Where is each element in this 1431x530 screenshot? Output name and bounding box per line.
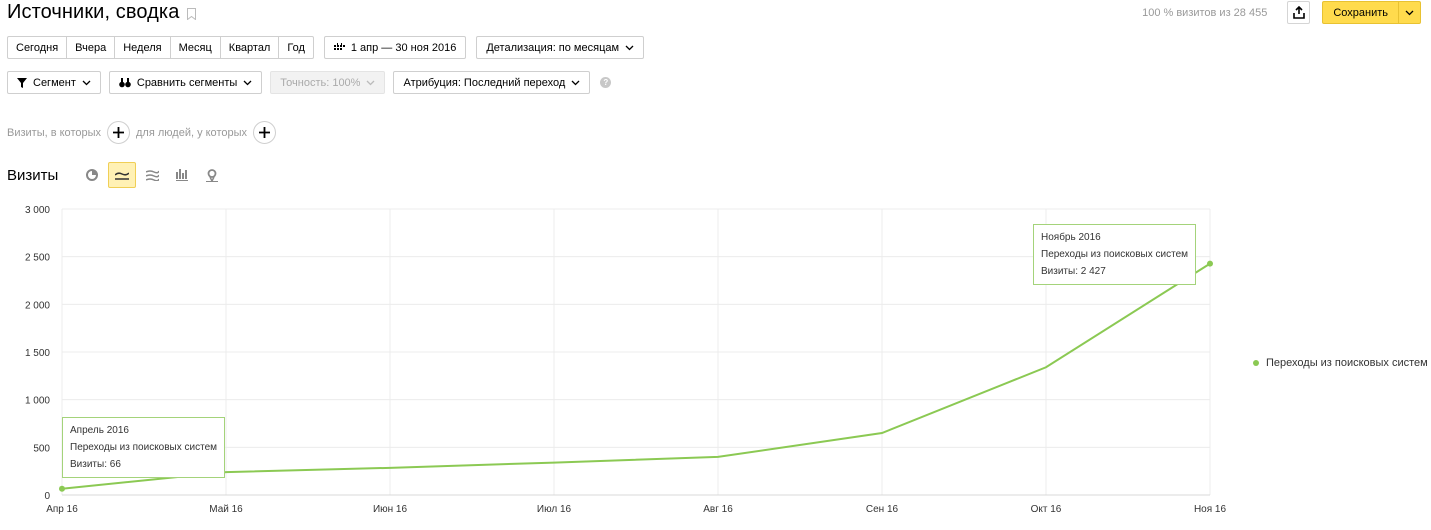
- y-tick-label: 1 500: [25, 348, 50, 359]
- segment-dropdown[interactable]: Сегмент: [7, 71, 101, 94]
- legend-dot: [1253, 360, 1259, 366]
- period-toolbar: Сегодня Вчера Неделя Месяц Квартал Год 1…: [7, 36, 645, 59]
- bookmark-icon[interactable]: [187, 8, 197, 20]
- page-title: Источники, сводка: [7, 1, 197, 24]
- chart-tooltip-april: Апрель 2016 Переходы из поисковых систем…: [62, 416, 226, 478]
- save-options-button[interactable]: [1398, 1, 1421, 24]
- date-range-button[interactable]: 1 апр — 30 ноя 2016: [323, 36, 467, 59]
- period-month[interactable]: Месяц: [171, 37, 221, 58]
- x-tick-label: Апр 16: [46, 504, 78, 515]
- area-chart-icon: [145, 169, 159, 181]
- tooltip-title: Апрель 2016: [70, 424, 129, 436]
- series-line[interactable]: [61, 262, 1211, 490]
- y-tick-label: 2 000: [25, 300, 50, 311]
- accuracy-dropdown: Точность: 100%: [270, 71, 386, 94]
- period-year[interactable]: Год: [279, 37, 313, 58]
- filter-toolbar: Сегмент Сравнить сегменты Точность: 100%…: [7, 71, 612, 94]
- detail-dropdown[interactable]: Детализация: по месяцам: [476, 36, 645, 59]
- y-tick-label: 500: [33, 443, 50, 454]
- compare-segments-dropdown[interactable]: Сравнить сегменты: [108, 71, 263, 94]
- x-tick-label: Ноя 16: [1194, 504, 1227, 515]
- tooltip-title: Ноябрь 2016: [1041, 231, 1101, 243]
- accuracy-label: Точность: 100%: [280, 76, 361, 89]
- y-tick-label: 2 500: [25, 253, 50, 264]
- detail-label: Детализация: по месяцам: [486, 41, 620, 54]
- data-point[interactable]: [1207, 260, 1213, 267]
- x-tick-label: Июн 16: [373, 504, 408, 515]
- chevron-down-icon: [571, 80, 580, 85]
- save-group: Сохранить: [1322, 1, 1421, 24]
- conditions-row: Визиты, в которых для людей, у которых: [7, 121, 282, 144]
- date-range-label: 1 апр — 30 ноя 2016: [350, 41, 457, 54]
- plus-icon: [259, 127, 270, 138]
- chevron-down-icon: [82, 80, 91, 85]
- funnel-icon: [17, 77, 27, 88]
- y-tick-label: 3 000: [25, 205, 50, 216]
- chart-header: Визиты: [7, 162, 228, 188]
- people-where-label: для людей, у которых: [136, 126, 247, 139]
- chart-legend[interactable]: Переходы из поисковых систем: [1253, 357, 1428, 369]
- chart-type-area[interactable]: [138, 162, 166, 188]
- data-point[interactable]: [59, 485, 65, 492]
- header-actions: 100 % визитов из 28 455 Сохранить: [1142, 1, 1421, 24]
- period-presets: Сегодня Вчера Неделя Месяц Квартал Год: [7, 36, 314, 59]
- x-tick-label: Июл 16: [537, 504, 572, 515]
- y-tick-label: 0: [44, 491, 50, 502]
- visits-chart: 0 500 1 000 1 500 2 000 2 500 3 000 Апр 16 Май 1…: [0, 195, 1431, 530]
- share-icon: [1293, 6, 1305, 19]
- compare-segments-icon: [119, 77, 131, 87]
- page-title-text: Источники, сводка: [7, 1, 180, 23]
- y-tick-label: 1 000: [25, 396, 50, 407]
- tooltip-series: Переходы из поисковых систем: [1041, 248, 1189, 260]
- period-quarter[interactable]: Квартал: [221, 37, 280, 58]
- chevron-down-icon: [1405, 10, 1414, 15]
- attribution-label: Атрибуция: Последний переход: [403, 76, 566, 89]
- tooltip-series: Переходы из поисковых систем: [70, 441, 218, 453]
- chart-title: Визиты: [7, 166, 59, 184]
- line-chart-icon: [115, 172, 130, 180]
- tooltip-value: Визиты: 2 427: [1041, 265, 1106, 277]
- plus-icon: [113, 127, 124, 138]
- tooltip-value: Визиты: 66: [70, 458, 121, 470]
- x-tick-label: Сен 16: [866, 504, 899, 515]
- chart-type-line[interactable]: [108, 162, 137, 188]
- pie-chart-icon: [86, 169, 99, 181]
- calendar-icon: [333, 43, 345, 50]
- compare-segments-label: Сравнить сегменты: [136, 76, 238, 89]
- period-week[interactable]: Неделя: [115, 37, 171, 58]
- visits-where-label: Визиты, в которых: [7, 126, 101, 139]
- period-today[interactable]: Сегодня: [8, 37, 68, 58]
- map-pin-icon: [206, 168, 219, 182]
- chart-type-pie[interactable]: [78, 162, 106, 188]
- line-chart: 0 500 1 000 1 500 2 000 2 500 3 000 Апр 16 Май 1…: [25, 205, 1227, 515]
- add-people-condition-button[interactable]: [253, 121, 276, 144]
- segment-label: Сегмент: [33, 76, 76, 89]
- save-button[interactable]: Сохранить: [1322, 1, 1398, 24]
- legend-label: Переходы из поисковых систем: [1266, 357, 1428, 369]
- x-tick-label: Май 16: [209, 504, 243, 515]
- chart-type-bar[interactable]: [168, 162, 196, 188]
- period-yesterday[interactable]: Вчера: [67, 37, 116, 58]
- add-visit-condition-button[interactable]: [107, 121, 130, 144]
- chevron-down-icon: [243, 80, 252, 85]
- help-icon[interactable]: ?: [600, 77, 612, 88]
- x-tick-label: Окт 16: [1031, 504, 1062, 515]
- x-tick-label: Авг 16: [703, 504, 733, 515]
- chart-tooltip-november: Ноябрь 2016 Переходы из поисковых систем…: [1033, 223, 1197, 285]
- export-button[interactable]: [1287, 1, 1311, 24]
- visits-share-text: 100 % визитов из 28 455: [1142, 6, 1268, 19]
- attribution-dropdown[interactable]: Атрибуция: Последний переход: [393, 71, 591, 94]
- bar-chart-icon: [176, 169, 189, 181]
- chevron-down-icon: [367, 80, 375, 85]
- chart-type-map[interactable]: [198, 162, 226, 188]
- chevron-down-icon: [625, 45, 634, 50]
